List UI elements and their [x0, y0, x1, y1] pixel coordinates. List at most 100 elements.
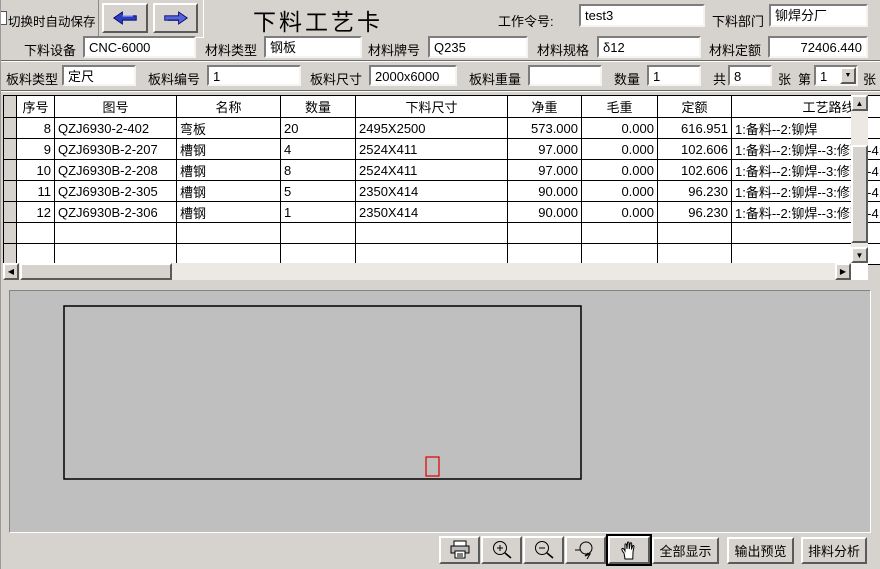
- scroll-down-button[interactable]: ▼: [851, 247, 868, 263]
- autosave-checkbox[interactable]: [0, 11, 7, 25]
- table-row[interactable]: 10 QZJ6930B-2-208 槽钢 8 2524X411 97.000 0…: [4, 160, 880, 181]
- scroll-up-button[interactable]: ▲: [851, 95, 868, 111]
- cell-quota[interactable]: 616.951: [658, 118, 732, 139]
- table-row[interactable]: 8 QZJ6930-2-402 弯板 20 2495X2500 573.000 …: [4, 118, 880, 139]
- sheet-size-input[interactable]: 2000x6000: [369, 65, 457, 86]
- sheet-no-input[interactable]: 1: [207, 65, 301, 86]
- cell-net-weight[interactable]: 97.000: [508, 160, 582, 181]
- cell-name[interactable]: 槽钢: [177, 181, 281, 202]
- cell-gross-weight[interactable]: 0.000: [582, 118, 658, 139]
- table-header-row: 序号 图号 名称 数量 下料尺寸 净重 毛重 定额 工艺路线: [4, 96, 880, 118]
- pan-button[interactable]: [608, 536, 650, 564]
- output-preview-button[interactable]: 输出预览: [727, 537, 794, 564]
- cell-gross-weight[interactable]: 0.000: [582, 181, 658, 202]
- sheet-weight-input[interactable]: [528, 65, 602, 86]
- print-button[interactable]: [439, 536, 480, 564]
- table-row-empty[interactable]: [4, 244, 880, 265]
- nesting-preview-panel[interactable]: [9, 290, 871, 533]
- cell-drawing-no[interactable]: QZJ6930-2-402: [55, 118, 177, 139]
- cell-drawing-no[interactable]: QZJ6930B-2-208: [55, 160, 177, 181]
- cell-quota[interactable]: 102.606: [658, 160, 732, 181]
- row-selector[interactable]: [4, 139, 17, 160]
- col-header-qty: 数量: [281, 96, 356, 118]
- cell-seq[interactable]: 12: [17, 202, 55, 223]
- cell-qty[interactable]: 5: [281, 181, 356, 202]
- cell-drawing-no[interactable]: QZJ6930B-2-305: [55, 181, 177, 202]
- material-type-input[interactable]: 钢板: [264, 36, 362, 58]
- cell-name[interactable]: 槽钢: [177, 202, 281, 223]
- cell-net-weight[interactable]: 90.000: [508, 202, 582, 223]
- row-selector[interactable]: [4, 244, 17, 265]
- cell-gross-weight[interactable]: 0.000: [582, 202, 658, 223]
- material-grade-input[interactable]: Q235: [428, 36, 528, 58]
- cell-quota[interactable]: 96.230: [658, 202, 732, 223]
- cell-qty[interactable]: 1: [281, 202, 356, 223]
- total-unit-label: 张: [778, 69, 791, 88]
- next-record-button[interactable]: [153, 3, 198, 33]
- sheet-index-value: 1: [820, 69, 827, 84]
- material-spec-input[interactable]: δ12: [597, 36, 701, 58]
- cell-name[interactable]: 弯板: [177, 118, 281, 139]
- cell-qty[interactable]: 8: [281, 160, 356, 181]
- cell-gross-weight[interactable]: 0.000: [582, 139, 658, 160]
- row-selector[interactable]: [4, 160, 17, 181]
- row-selector[interactable]: [4, 202, 17, 223]
- parts-table: 序号 图号 名称 数量 下料尺寸 净重 毛重 定额 工艺路线 8 QZJ6930…: [3, 95, 880, 265]
- cell-cut-size[interactable]: 2350X414: [356, 202, 508, 223]
- cell-net-weight[interactable]: 90.000: [508, 181, 582, 202]
- total-sheets-input[interactable]: 8: [728, 65, 772, 86]
- cell-quota[interactable]: 102.606: [658, 139, 732, 160]
- table-row[interactable]: 12 QZJ6930B-2-306 槽钢 1 2350X414 90.000 0…: [4, 202, 880, 223]
- show-all-button[interactable]: 全部显示: [652, 537, 719, 564]
- work-order-input[interactable]: test3: [579, 4, 705, 27]
- vertical-scroll-thumb[interactable]: [851, 145, 868, 243]
- cell-seq[interactable]: 8: [17, 118, 55, 139]
- table-horizontal-scrollbar[interactable]: ◀ ▶: [3, 263, 851, 280]
- nesting-analysis-button[interactable]: 排料分析: [801, 537, 867, 564]
- zoom-in-button[interactable]: [481, 536, 522, 564]
- cell-cut-size[interactable]: 2524X411: [356, 160, 508, 181]
- cell-gross-weight[interactable]: 0.000: [582, 160, 658, 181]
- cell-quota[interactable]: 96.230: [658, 181, 732, 202]
- material-quota-input[interactable]: 72406.440: [768, 36, 868, 58]
- table-row-empty[interactable]: [4, 223, 880, 244]
- sheet-index-select[interactable]: 1 ▼: [814, 65, 858, 86]
- cell-cut-size[interactable]: 2350X414: [356, 181, 508, 202]
- device-input[interactable]: CNC-6000: [83, 36, 196, 58]
- device-label: 下料设备: [24, 40, 76, 59]
- dropdown-button[interactable]: ▼: [840, 67, 856, 84]
- material-spec-label: 材料规格: [537, 40, 589, 59]
- cell-seq[interactable]: 11: [17, 181, 55, 202]
- zoom-out-button[interactable]: [523, 536, 564, 564]
- cell-cut-size[interactable]: 2495X2500: [356, 118, 508, 139]
- scroll-left-button[interactable]: ◀: [3, 263, 19, 280]
- row-selector[interactable]: [4, 118, 17, 139]
- table-vertical-scrollbar[interactable]: ▲ ▼: [851, 95, 868, 263]
- scrollbar-corner: [851, 263, 868, 280]
- scroll-right-button[interactable]: ▶: [835, 263, 851, 280]
- prev-record-button[interactable]: [102, 3, 148, 33]
- table-row[interactable]: 11 QZJ6930B-2-305 槽钢 5 2350X414 90.000 0…: [4, 181, 880, 202]
- sheet-weight-label: 板料重量: [469, 69, 521, 88]
- cell-qty[interactable]: 4: [281, 139, 356, 160]
- index-unit-label: 张: [863, 69, 876, 88]
- table-row[interactable]: 9 QZJ6930B-2-207 槽钢 4 2524X411 97.000 0.…: [4, 139, 880, 160]
- row-selector[interactable]: [4, 223, 17, 244]
- cell-cut-size[interactable]: 2524X411: [356, 139, 508, 160]
- cell-seq[interactable]: 10: [17, 160, 55, 181]
- quantity-input[interactable]: 1: [647, 65, 701, 86]
- department-input[interactable]: 铆焊分厂: [769, 4, 868, 27]
- cell-drawing-no[interactable]: QZJ6930B-2-207: [55, 139, 177, 160]
- cell-qty[interactable]: 20: [281, 118, 356, 139]
- cell-net-weight[interactable]: 573.000: [508, 118, 582, 139]
- col-header-name: 名称: [177, 96, 281, 118]
- horizontal-scroll-thumb[interactable]: [20, 263, 172, 280]
- cell-name[interactable]: 槽钢: [177, 160, 281, 181]
- sheet-type-input[interactable]: 定尺: [62, 65, 136, 86]
- zoom-window-button[interactable]: [565, 536, 606, 564]
- cell-drawing-no[interactable]: QZJ6930B-2-306: [55, 202, 177, 223]
- cell-seq[interactable]: 9: [17, 139, 55, 160]
- cell-name[interactable]: 槽钢: [177, 139, 281, 160]
- row-selector[interactable]: [4, 181, 17, 202]
- cell-net-weight[interactable]: 97.000: [508, 139, 582, 160]
